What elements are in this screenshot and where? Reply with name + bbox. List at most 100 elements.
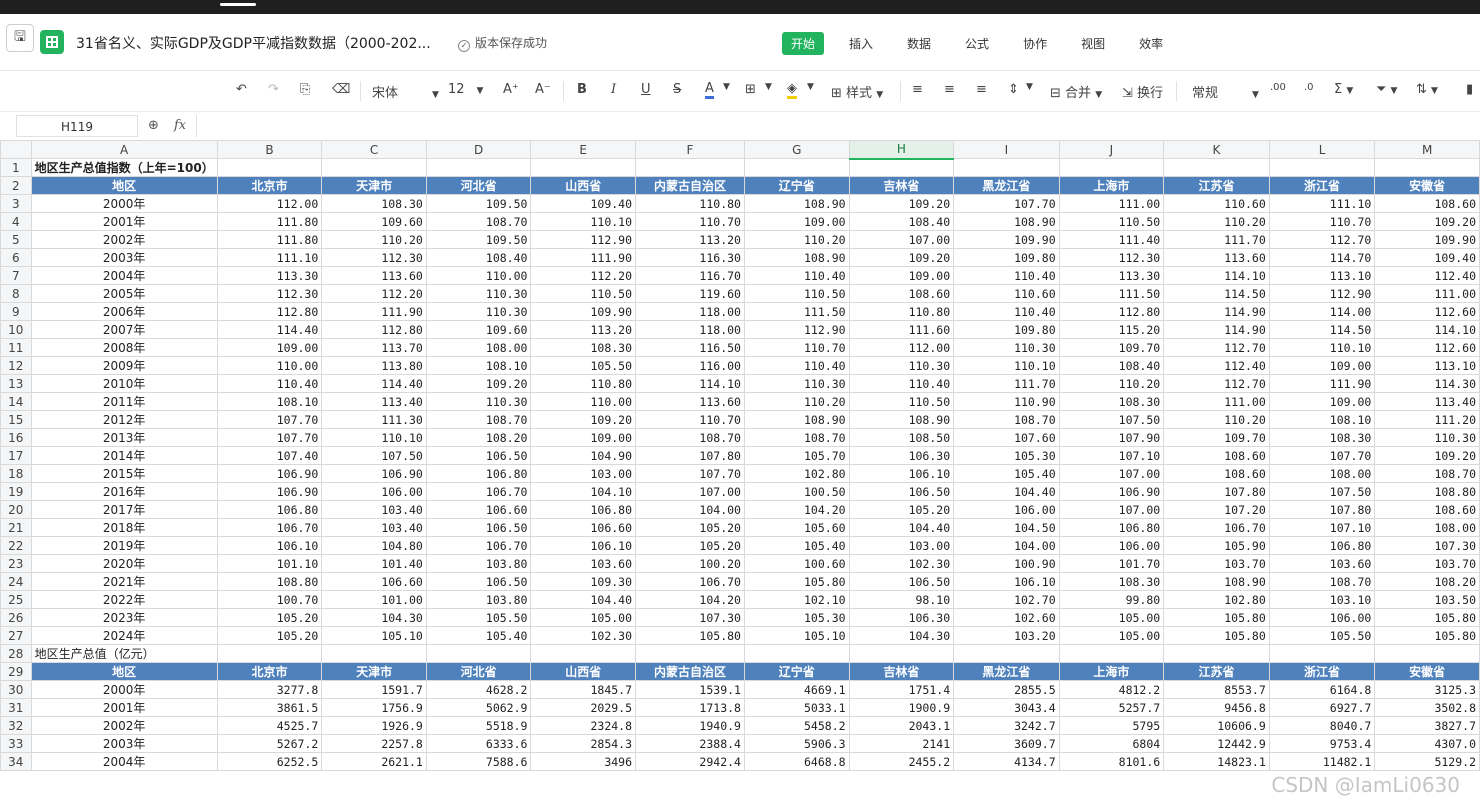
header-cell[interactable]: 浙江省 xyxy=(1268,176,1376,195)
value-cell[interactable]: 109.30 xyxy=(530,572,637,591)
value-cell[interactable]: 106.90 xyxy=(321,464,427,483)
value-cell[interactable]: 108.60 xyxy=(1163,446,1270,465)
value-cell[interactable]: 112.80 xyxy=(321,320,427,339)
value-cell[interactable]: 105.80 xyxy=(1374,608,1480,627)
chevron-down-icon[interactable]: ▼ xyxy=(807,82,814,92)
value-cell[interactable]: 102.80 xyxy=(743,464,850,483)
column-header-C[interactable]: C xyxy=(321,140,427,159)
year-cell[interactable]: 2018年 xyxy=(30,518,218,537)
row-header[interactable]: 30 xyxy=(0,680,32,699)
value-cell[interactable]: 110.30 xyxy=(425,302,532,321)
strikethrough-icon[interactable]: S xyxy=(673,82,681,97)
cell[interactable] xyxy=(1374,158,1480,177)
decrease-decimal-icon[interactable]: .0 xyxy=(1304,82,1314,93)
value-cell[interactable]: 116.00 xyxy=(635,356,745,375)
value-cell[interactable]: 108.10 xyxy=(425,356,532,375)
year-cell[interactable]: 2002年 xyxy=(30,716,218,735)
value-cell[interactable]: 110.50 xyxy=(530,284,637,303)
value-cell[interactable]: 9753.4 xyxy=(1268,734,1376,753)
header-cell[interactable]: 吉林省 xyxy=(848,662,955,681)
value-cell[interactable]: 103.80 xyxy=(425,554,532,573)
value-cell[interactable]: 5062.9 xyxy=(425,698,532,717)
value-cell[interactable]: 112.60 xyxy=(1374,338,1480,357)
value-cell[interactable]: 107.80 xyxy=(635,446,745,465)
value-cell[interactable]: 2621.1 xyxy=(321,752,427,771)
value-cell[interactable]: 110.70 xyxy=(635,410,745,429)
row-header[interactable]: 4 xyxy=(0,212,32,231)
row-header[interactable]: 17 xyxy=(0,446,32,465)
year-cell[interactable]: 2016年 xyxy=(30,482,218,501)
value-cell[interactable]: 105.50 xyxy=(425,608,532,627)
menu-tab-2[interactable]: 数据 xyxy=(898,32,940,55)
value-cell[interactable]: 110.30 xyxy=(953,338,1060,357)
font-name-select[interactable]: 宋体 ▼ xyxy=(372,82,439,101)
chevron-down-icon[interactable]: ▼ xyxy=(723,82,730,92)
value-cell[interactable]: 110.20 xyxy=(1163,212,1270,231)
value-cell[interactable]: 110.50 xyxy=(848,392,955,411)
value-cell[interactable]: 6333.6 xyxy=(425,734,532,753)
value-cell[interactable]: 3242.7 xyxy=(953,716,1060,735)
value-cell[interactable]: 99.80 xyxy=(1058,590,1165,609)
value-cell[interactable]: 107.70 xyxy=(216,428,323,447)
value-cell[interactable]: 105.50 xyxy=(530,356,637,375)
value-cell[interactable]: 104.30 xyxy=(848,626,955,645)
value-cell[interactable]: 116.70 xyxy=(635,266,745,285)
row-header[interactable]: 15 xyxy=(0,410,32,429)
value-cell[interactable]: 111.20 xyxy=(1374,410,1480,429)
undo-icon[interactable]: ↶ xyxy=(236,82,247,97)
value-cell[interactable]: 119.60 xyxy=(635,284,745,303)
window-handle[interactable] xyxy=(220,3,256,6)
column-header-M[interactable]: M xyxy=(1374,140,1480,159)
vertical-align-icon[interactable]: ⇕ xyxy=(1008,82,1019,97)
value-cell[interactable]: 107.70 xyxy=(953,194,1060,213)
value-cell[interactable]: 110.30 xyxy=(743,374,850,393)
year-cell[interactable]: 2000年 xyxy=(30,194,218,213)
value-cell[interactable]: 112.80 xyxy=(216,302,323,321)
value-cell[interactable]: 8040.7 xyxy=(1268,716,1376,735)
cell[interactable] xyxy=(425,158,532,177)
row-header[interactable]: 19 xyxy=(0,482,32,501)
chart-icon[interactable]: ▮ xyxy=(1466,82,1473,97)
value-cell[interactable]: 110.80 xyxy=(530,374,637,393)
value-cell[interactable]: 3043.4 xyxy=(953,698,1060,717)
value-cell[interactable]: 116.50 xyxy=(635,338,745,357)
value-cell[interactable]: 107.70 xyxy=(216,410,323,429)
value-cell[interactable]: 105.30 xyxy=(743,608,850,627)
value-cell[interactable]: 1756.9 xyxy=(321,698,427,717)
value-cell[interactable]: 2942.4 xyxy=(635,752,745,771)
value-cell[interactable]: 110.70 xyxy=(635,212,745,231)
value-cell[interactable]: 105.20 xyxy=(635,536,745,555)
value-cell[interactable]: 103.80 xyxy=(425,590,532,609)
value-cell[interactable]: 109.90 xyxy=(953,230,1060,249)
value-cell[interactable]: 108.60 xyxy=(848,284,955,303)
value-cell[interactable]: 104.40 xyxy=(953,482,1060,501)
value-cell[interactable]: 112.00 xyxy=(848,338,955,357)
value-cell[interactable]: 109.20 xyxy=(530,410,637,429)
increase-decimal-icon[interactable]: .00 xyxy=(1270,82,1286,93)
value-cell[interactable]: 108.90 xyxy=(953,212,1060,231)
value-cell[interactable]: 114.90 xyxy=(1163,302,1270,321)
value-cell[interactable]: 4134.7 xyxy=(953,752,1060,771)
year-cell[interactable]: 2021年 xyxy=(30,572,218,591)
header-cell[interactable]: 河北省 xyxy=(425,662,532,681)
value-cell[interactable]: 3502.8 xyxy=(1374,698,1480,717)
value-cell[interactable]: 110.20 xyxy=(1058,374,1165,393)
value-cell[interactable]: 6804 xyxy=(1058,734,1165,753)
menu-tab-3[interactable]: 公式 xyxy=(956,32,998,55)
value-cell[interactable]: 112.90 xyxy=(743,320,850,339)
value-cell[interactable]: 112.20 xyxy=(530,266,637,285)
year-cell[interactable]: 2017年 xyxy=(30,500,218,519)
value-cell[interactable]: 112.70 xyxy=(1163,374,1270,393)
select-all-corner[interactable] xyxy=(0,140,32,159)
value-cell[interactable]: 105.00 xyxy=(1058,608,1165,627)
value-cell[interactable]: 107.30 xyxy=(635,608,745,627)
value-cell[interactable]: 105.30 xyxy=(953,446,1060,465)
value-cell[interactable]: 1539.1 xyxy=(635,680,745,699)
value-cell[interactable]: 115.20 xyxy=(1058,320,1165,339)
cell[interactable] xyxy=(216,158,323,177)
value-cell[interactable]: 107.00 xyxy=(848,230,955,249)
year-cell[interactable]: 2000年 xyxy=(30,680,218,699)
font-color-icon[interactable]: A xyxy=(705,82,714,99)
value-cell[interactable]: 113.30 xyxy=(1058,266,1165,285)
value-cell[interactable]: 106.00 xyxy=(1058,536,1165,555)
